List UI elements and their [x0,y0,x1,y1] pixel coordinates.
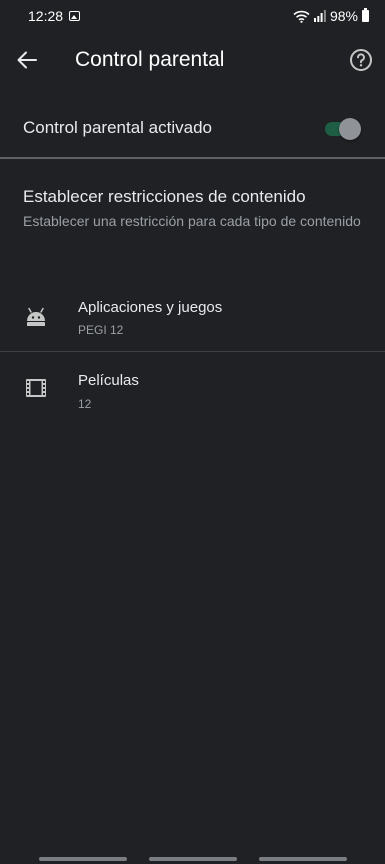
restrictions-section: Establecer restricciones de contenido Es… [23,186,363,233]
list-item-title: Aplicaciones y juegos [78,299,223,316]
list-item-rating: 12 [78,397,92,411]
status-right: 98% [293,8,369,24]
wifi-icon [293,10,310,23]
switch-thumb [339,118,361,140]
list-item-movies[interactable]: Películas 12 [0,366,385,426]
nav-back-handle[interactable] [259,857,347,861]
parental-control-toggle-row[interactable]: Control parental activado [0,100,385,156]
restrictions-subtitle: Establecer una restricción para cada tip… [23,213,361,229]
divider [0,351,385,352]
nav-home-handle[interactable] [149,857,237,861]
toggle-label: Control parental activado [23,118,213,137]
back-button[interactable] [12,45,42,75]
android-icon [26,306,46,326]
signal-icon [313,10,326,22]
film-icon [26,378,46,398]
nav-recents-handle[interactable] [39,857,127,861]
status-time: 12:28 [28,8,64,24]
navigation-bar [0,852,385,864]
battery-percent: 98% [329,8,358,24]
help-button[interactable] [349,48,373,72]
page-title: Control parental [75,48,225,71]
back-arrow-icon [17,51,37,69]
status-bar: 12:28 98% [0,0,385,32]
app-bar: Control parental [0,32,385,88]
status-left: 12:28 [28,8,81,24]
list-item-rating: PEGI 12 [78,323,124,337]
parental-control-switch[interactable] [325,118,361,140]
restrictions-title: Establecer restricciones de contenido [23,187,306,206]
list-item-apps-games[interactable]: Aplicaciones y juegos PEGI 12 [0,292,385,352]
help-icon [350,49,372,71]
list-item-title: Películas [78,372,139,389]
battery-icon [362,8,369,22]
divider [0,157,385,159]
image-icon [69,11,81,21]
